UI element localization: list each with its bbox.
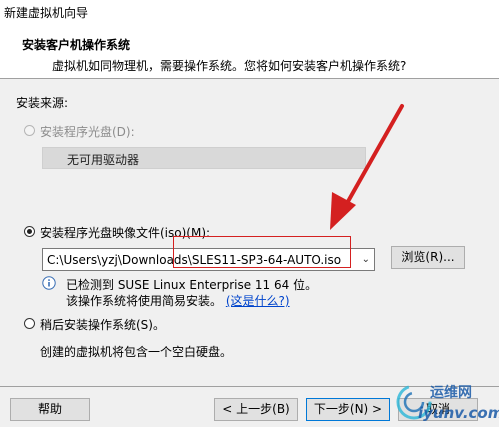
- detected-os-text: 已检测到 SUSE Linux Enterprise 11 64 位。: [66, 278, 318, 292]
- iso-option-label[interactable]: 安装程序光盘映像文件(iso)(M):: [40, 224, 210, 241]
- watermark-logo: 运维网 iyunv.com: [394, 378, 499, 427]
- page-subtitle: 虚拟机如同物理机，需要操作系统。您将如何安装客户机操作系统?: [52, 59, 407, 73]
- later-option-label[interactable]: 稍后安装操作系统(S)。: [40, 316, 165, 333]
- page-title: 安装客户机操作系统: [22, 38, 131, 52]
- iso-radio[interactable]: [24, 226, 35, 237]
- window-title: 新建虚拟机向导: [4, 6, 89, 20]
- iso-path-input[interactable]: C:\Users\yzj\Downloads\SLES11-SP3-64-AUT…: [47, 253, 341, 267]
- info-icon: [42, 276, 56, 290]
- chevron-down-icon[interactable]: ⌄: [362, 254, 370, 265]
- drive-select: 无可用驱动器: [42, 147, 366, 169]
- iso-path-combo[interactable]: C:\Users\yzj\Downloads\SLES11-SP3-64-AUT…: [42, 248, 375, 271]
- disc-option-label: 安装程序光盘(D):: [40, 125, 135, 139]
- wizard-header: 安装客户机操作系统 虚拟机如同物理机，需要操作系统。您将如何安装客户机操作系统?: [0, 30, 499, 79]
- drive-select-value: 无可用驱动器: [67, 153, 140, 167]
- title-bar: 新建虚拟机向导: [0, 0, 499, 30]
- back-button[interactable]: < 上一步(B): [214, 398, 298, 421]
- later-radio[interactable]: [24, 318, 35, 329]
- watermark-cn: 运维网: [430, 385, 472, 401]
- help-button[interactable]: 帮助: [10, 398, 90, 421]
- browse-button[interactable]: 浏览(R)...: [391, 246, 465, 269]
- source-label: 安装来源:: [16, 96, 69, 110]
- easy-install-text: 该操作系统将使用简易安装。: [66, 294, 223, 308]
- watermark-en: iyunv.com: [418, 404, 499, 422]
- what-is-this-link[interactable]: (这是什么?): [226, 294, 290, 308]
- next-button[interactable]: 下一步(N) >: [306, 398, 390, 421]
- easy-install-text-line: 该操作系统将使用简易安装。 (这是什么?): [66, 292, 290, 309]
- disc-radio: [24, 125, 35, 136]
- later-option-desc: 创建的虚拟机将包含一个空白硬盘。: [40, 345, 233, 359]
